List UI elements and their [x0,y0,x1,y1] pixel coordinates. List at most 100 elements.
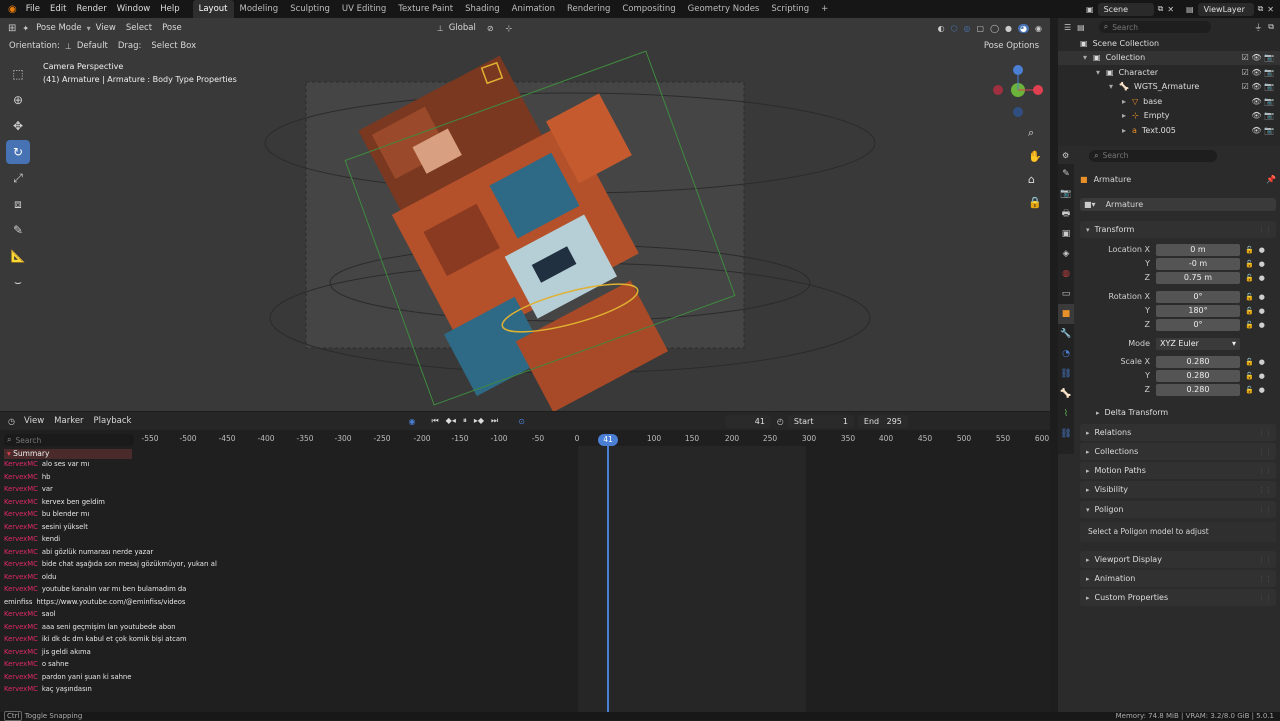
expand-chevron-icon[interactable]: ▸ [1122,111,1132,120]
keyframe-dot-icon[interactable]: ● [1259,372,1265,380]
rotation-z-field[interactable]: 0° [1156,318,1240,331]
rotation-y-field[interactable]: 180° [1156,304,1240,317]
frame-ruler[interactable]: -550 -500 -450 -400 -350 -300 -250 -200 -150 -100… [136,432,1050,446]
measure-tool-icon[interactable]: 📐 [6,244,30,268]
visibility-toggles[interactable]: ☑ 👁 📷 [1242,53,1274,62]
camera-view-icon[interactable]: ⌂ [1028,173,1042,186]
keyframe-dot-icon[interactable]: ● [1259,321,1265,329]
animation-panel-header[interactable]: ▸ Animation ⋮⋮ [1080,570,1276,587]
snap-icon[interactable]: ⊹ [500,24,519,33]
visibility-toggles[interactable]: ☑ 👁 📷 [1242,82,1274,91]
pause-icon[interactable]: ⏸ [463,416,467,426]
outliner-item[interactable]: ▸ ⊹ Empty 👁 📷 [1058,109,1280,124]
outliner-item[interactable]: ▣ Scene Collection [1058,36,1280,51]
tab-sculpting[interactable]: Sculpting [284,0,336,18]
world-tab-icon[interactable]: ◍ [1058,264,1074,284]
outliner-display-mode-icon[interactable]: ▤ [1077,23,1085,32]
visibility-toggles[interactable]: ☑ 👁 📷 [1242,68,1274,77]
end-frame-field[interactable]: End 295 [857,414,908,428]
tab-layout[interactable]: Layout [192,0,234,18]
lock-icon[interactable]: 🔓 [1245,307,1254,315]
viewport-display-panel-header[interactable]: ▸ Viewport Display ⋮⋮ [1080,551,1276,568]
drag-grip-icon[interactable]: ⋮⋮ [1258,575,1272,583]
move-tool-icon[interactable]: ✥ [6,114,30,138]
tab-compositing[interactable]: Compositing [616,0,681,18]
transform-tool-icon[interactable]: ⧈ [6,192,30,216]
menu-window[interactable]: Window [112,0,156,18]
blender-logo-icon[interactable]: ◉ [4,4,21,15]
drag-grip-icon[interactable]: ⋮⋮ [1258,467,1272,475]
outliner-item[interactable]: ▸ a Text.005 👁 📷 [1058,123,1280,138]
menu-help[interactable]: Help [155,0,184,18]
view-layer-tab-icon[interactable]: ▣ [1058,224,1074,244]
record-icon[interactable]: ◉ [408,417,415,426]
drag-selector[interactable]: Select Box [146,41,201,51]
outliner-item[interactable]: ▾ ▣ Collection ☑ 👁 📷 [1058,50,1280,65]
render-tab-icon[interactable]: 📷 [1058,184,1074,204]
bone-constraint-tab-icon[interactable]: ⛓ [1058,424,1074,444]
modifier-tab-icon[interactable]: 🔧 [1058,324,1074,344]
drag-grip-icon[interactable]: ⋮⋮ [1258,429,1272,437]
playhead-label[interactable]: 41 [598,434,618,446]
lock-icon[interactable]: 🔓 [1245,358,1254,366]
pan-hand-icon[interactable]: ✋ [1028,150,1042,163]
cursor-tool-icon[interactable]: ⊕ [6,88,30,112]
solid-shading-icon[interactable]: ● [1005,24,1012,33]
keyframe-dot-icon[interactable]: ● [1259,293,1265,301]
lock-icon[interactable]: 🔓 [1245,246,1254,254]
jump-start-icon[interactable]: ⏮ [431,416,438,426]
visibility-toggles[interactable]: 👁 📷 [1251,126,1274,135]
expand-chevron-icon[interactable]: ▾ [1096,68,1106,77]
properties-search-field[interactable]: ⌕ Search [1089,149,1218,162]
menu-file[interactable]: File [21,0,45,18]
scene-selector[interactable]: Scene [1097,2,1154,16]
visibility-toggles[interactable]: 👁 📷 [1251,97,1274,106]
tab-geometry-nodes[interactable]: Geometry Nodes [682,0,766,18]
start-frame-field[interactable]: Start 1 [787,414,854,428]
next-keyframe-icon[interactable]: ▸◆ [474,416,484,426]
delete-scene-icon[interactable]: ✕ [1167,5,1174,14]
add-workspace-button[interactable]: + [815,0,834,18]
annotate-tool-icon[interactable]: ✎ [6,218,30,242]
scale-x-field[interactable]: 0.280 [1156,355,1240,368]
transform-orientation-selector[interactable]: Global [444,23,481,33]
tab-modeling[interactable]: Modeling [234,0,285,18]
timeline-menu-playback[interactable]: Playback [89,416,137,426]
drag-grip-icon[interactable]: ⋮⋮ [1258,594,1272,602]
xray-icon[interactable]: ▢ [977,24,985,33]
data-tab-icon[interactable]: 🦴 [1058,384,1074,404]
mode-selector[interactable]: Pose Mode [31,23,87,33]
delete-view-layer-icon[interactable]: ✕ [1267,5,1274,14]
navigation-gizmo[interactable] [990,60,1046,120]
transform-panel-header[interactable]: ▾ Transform ⋮⋮ [1080,221,1276,238]
output-tab-icon[interactable]: 🖶 [1058,204,1074,224]
collections-panel-header[interactable]: ▸ Collections ⋮⋮ [1080,443,1276,460]
orientation-selector[interactable]: Default [72,41,113,51]
tool-tab-icon[interactable]: ✎ [1058,164,1074,184]
pin-icon[interactable]: 📌 [1266,175,1276,184]
drag-grip-icon[interactable]: ⋮⋮ [1258,556,1272,564]
pivot-icon[interactable]: ⊘ [481,24,500,33]
relations-panel-header[interactable]: ▸ Relations ⋮⋮ [1080,424,1276,441]
tab-scripting[interactable]: Scripting [765,0,815,18]
keyframe-dot-icon[interactable]: ● [1259,386,1265,394]
poligon-panel-header[interactable]: ▾ Poligon ⋮⋮ [1080,501,1276,518]
auto-keying-icon[interactable]: ⊙ [518,417,525,426]
constraint-tab-icon[interactable]: ⛓ [1058,364,1074,384]
timeline-search-field[interactable]: ⌕ Search [4,434,134,446]
viewport-menu-view[interactable]: View [91,23,121,33]
zoom-icon[interactable]: ⌕ [1028,126,1042,140]
tab-uv-editing[interactable]: UV Editing [336,0,392,18]
tab-rendering[interactable]: Rendering [561,0,616,18]
drag-grip-icon[interactable]: ⋮⋮ [1258,486,1272,494]
lock-icon[interactable]: 🔓 [1245,274,1254,282]
bone-tab-icon[interactable]: ⌇ [1058,404,1074,424]
timeline-menu-view[interactable]: View [19,416,49,426]
collection-tab-icon[interactable]: ▭ [1058,284,1074,304]
timeline-menu-marker[interactable]: Marker [49,416,88,426]
playhead-line[interactable] [607,434,609,712]
location-y-field[interactable]: -0 m [1156,257,1240,270]
editor-type-icon[interactable]: ⊞ [4,23,20,34]
filter-icon[interactable]: ⏚ [1254,22,1262,33]
new-view-layer-icon[interactable]: ⧉ [1258,4,1264,14]
